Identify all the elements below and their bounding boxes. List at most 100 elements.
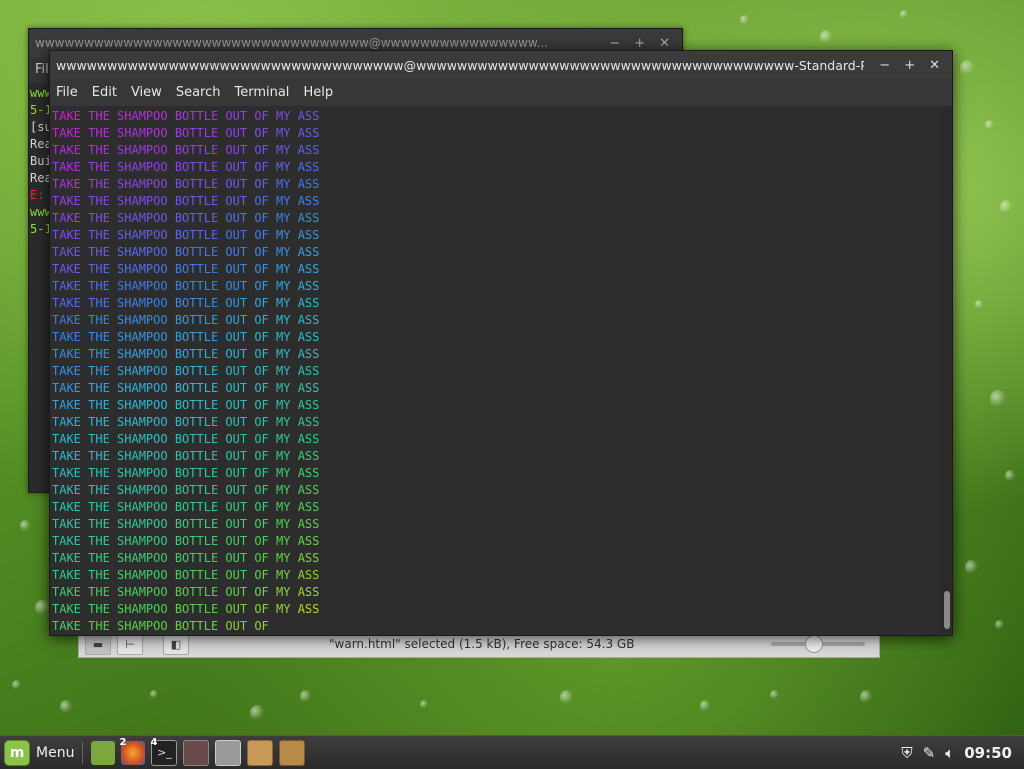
terminal-word: ASS — [297, 517, 320, 531]
terminal-word: MY — [276, 313, 298, 327]
terminal-word: THE — [88, 160, 118, 174]
menu-view[interactable]: View — [131, 85, 162, 100]
terminal-word: SHAMPOO — [117, 483, 175, 497]
terminal-word: ASS — [297, 228, 320, 242]
terminal-word: OUT — [225, 262, 255, 276]
text-editor-window-icon[interactable] — [183, 739, 210, 766]
terminal-word: OF — [254, 432, 276, 446]
terminal-word: TAKE — [52, 313, 89, 327]
firefox-window-count: 2 — [119, 736, 127, 748]
network-icon[interactable]: ✎ — [923, 744, 936, 762]
firefox-launcher-icon[interactable]: 2 — [119, 737, 146, 765]
terminal-word: OUT — [225, 364, 255, 378]
terminal-word: ASS — [297, 194, 320, 208]
scrollbar-thumb[interactable] — [944, 591, 950, 629]
menu-edit[interactable]: Edit — [92, 85, 117, 100]
terminal-word: MY — [276, 109, 298, 123]
close-icon[interactable]: ✕ — [929, 58, 940, 73]
terminal-word: MY — [276, 381, 298, 395]
terminal-word: OF — [254, 347, 276, 361]
terminal-word: MY — [276, 551, 298, 565]
menu-terminal[interactable]: Terminal — [234, 85, 289, 100]
terminal-word: BOTTLE — [174, 160, 226, 174]
terminal-window[interactable]: wwwwwwwwwwwwwwwwwwwwwwwwwwwwwwwwww@wwwww… — [49, 50, 953, 636]
zoom-slider-knob[interactable] — [805, 635, 824, 653]
terminal-word: MY — [276, 143, 298, 157]
terminal-title: wwwwwwwwwwwwwwwwwwwwwwwwwwwwwwwwww@wwwww… — [56, 57, 864, 73]
terminal-launcher-icon[interactable]: 4 >_ — [150, 737, 178, 766]
terminal-word: OUT — [225, 551, 255, 565]
terminal-word: OUT — [225, 245, 255, 259]
terminal-word: OUT — [225, 381, 255, 395]
system-settings-window-icon[interactable] — [215, 739, 242, 766]
terminal-word: OF — [254, 228, 276, 242]
water-drop — [20, 520, 30, 532]
close-icon[interactable]: ✕ — [659, 36, 670, 51]
menu-help[interactable]: Help — [303, 85, 333, 100]
minimize-icon[interactable]: − — [879, 58, 890, 73]
water-drop — [12, 680, 21, 691]
terminal-line: TAKE THE SHAMPOO BOTTLE OUT OF MY ASS — [52, 414, 319, 431]
terminal-word: TAKE — [52, 551, 89, 565]
terminal-line: TAKE THE SHAMPOO BOTTLE OUT OF MY ASS — [52, 550, 319, 567]
water-drop — [770, 690, 779, 701]
terminal-word: SHAMPOO — [117, 517, 175, 531]
taskbar-separator — [82, 741, 84, 764]
terminal-word: BOTTLE — [174, 126, 226, 140]
places-folder-icon[interactable]: ▬ — [85, 633, 111, 655]
menu-file[interactable]: File — [56, 85, 78, 100]
terminal-output-area[interactable]: TAKE THE SHAMPOO BOTTLE OUT OF MY ASS TAK… — [50, 106, 952, 633]
terminal-word: TAKE — [52, 296, 89, 310]
package-window-icon[interactable] — [247, 739, 274, 766]
terminal-word: TAKE — [52, 228, 89, 242]
terminal-word: OUT — [225, 347, 255, 361]
terminal-word: MY — [276, 262, 298, 276]
menu-search[interactable]: Search — [176, 85, 221, 100]
water-drop — [150, 690, 158, 700]
minimize-icon[interactable]: − — [609, 36, 620, 51]
terminal-word: THE — [88, 585, 118, 599]
terminal-line: TAKE THE SHAMPOO BOTTLE OUT OF MY ASS — [52, 448, 319, 465]
terminal-word: TAKE — [52, 415, 89, 429]
terminal-word: ASS — [297, 177, 320, 191]
volume-icon[interactable]: 🔈︎ — [945, 744, 954, 762]
maximize-icon[interactable]: + — [904, 58, 915, 73]
terminal-word: TAKE — [52, 568, 89, 582]
terminal-word: SHAMPOO — [117, 415, 175, 429]
maximize-icon[interactable]: + — [634, 36, 645, 51]
archive-window-icon[interactable] — [279, 739, 306, 766]
terminal-word: SHAMPOO — [117, 245, 175, 259]
terminal-line: TAKE THE SHAMPOO BOTTLE OUT OF MY ASS — [52, 227, 319, 244]
terminal-word: MY — [276, 517, 298, 531]
mint-logo-icon: m — [4, 739, 30, 766]
terminal-word: SHAMPOO — [117, 364, 175, 378]
zoom-slider[interactable] — [771, 635, 865, 653]
terminal-word: ASS — [297, 551, 320, 565]
start-menu-button[interactable]: m Menu — [0, 736, 74, 769]
toggle-sidebar-icon[interactable]: ◧ — [163, 633, 189, 655]
terminal-scrollbar[interactable] — [942, 106, 952, 633]
terminal-word: OF — [254, 177, 276, 191]
terminal-word: SHAMPOO — [117, 347, 175, 361]
terminal-word: OF — [254, 466, 276, 480]
terminal-titlebar[interactable]: wwwwwwwwwwwwwwwwwwwwwwwwwwwwwwwwww@wwwww… — [50, 51, 952, 79]
terminal-word: TAKE — [52, 143, 89, 157]
terminal-word: MY — [276, 585, 298, 599]
terminal-word: ASS — [297, 432, 320, 446]
terminal-word: MY — [276, 279, 298, 293]
terminal-word: BOTTLE — [174, 109, 226, 123]
terminal-word: THE — [88, 466, 118, 480]
tree-view-icon[interactable]: ⊢ — [117, 633, 143, 655]
terminal-word: OF — [254, 126, 276, 140]
files-launcher-icon[interactable] — [91, 740, 116, 765]
clock[interactable]: 09:50 — [964, 744, 1012, 762]
terminal-word: SHAMPOO — [117, 330, 175, 344]
shield-icon[interactable]: ⛨ — [901, 744, 912, 762]
terminal-word: OUT — [225, 313, 255, 327]
terminal-word: BOTTLE — [174, 177, 226, 191]
water-drop — [965, 560, 978, 575]
terminal-line: TAKE THE SHAMPOO BOTTLE OUT OF MY ASS — [52, 244, 319, 261]
terminal-word: MY — [276, 330, 298, 344]
terminal-word: BOTTLE — [174, 262, 226, 276]
terminal-output: TAKE THE SHAMPOO BOTTLE OUT OF MY ASS TAK… — [52, 108, 319, 633]
